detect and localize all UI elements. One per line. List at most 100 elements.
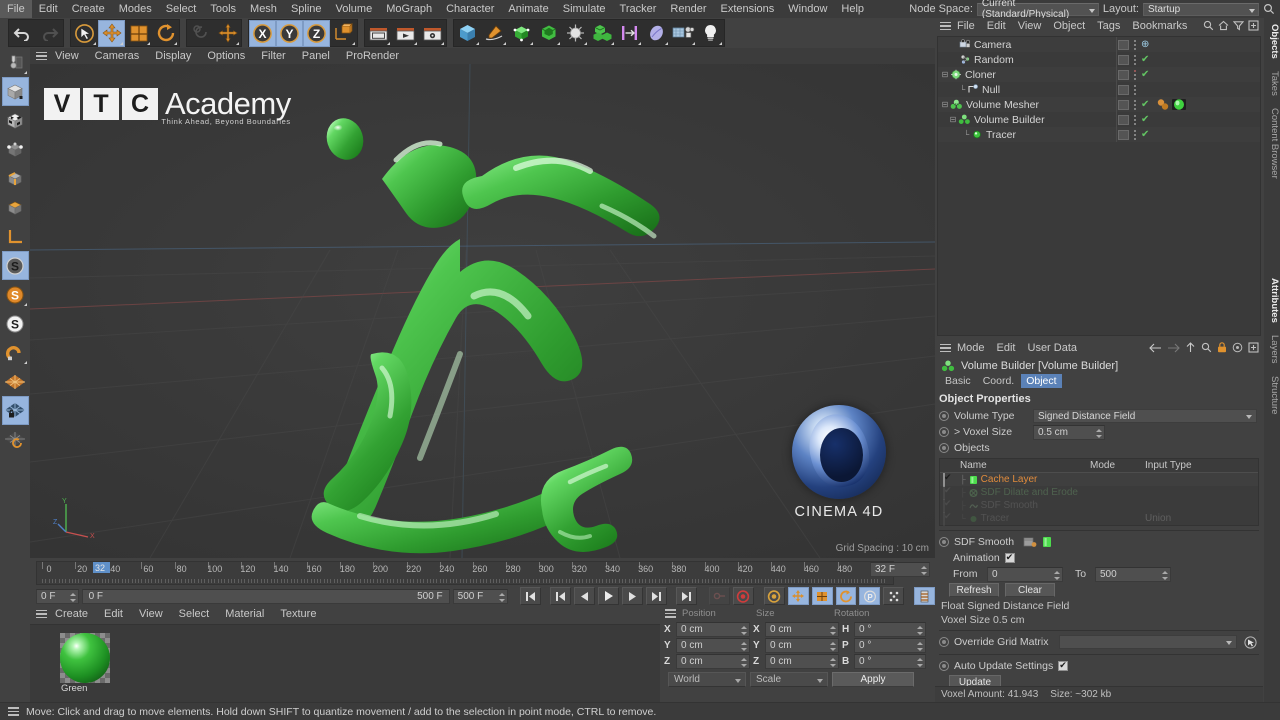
sdf-smooth-cache-icon[interactable]: [1023, 536, 1037, 548]
status-bar-menu-icon[interactable]: [8, 707, 19, 716]
object-visibility-toggle[interactable]: [1118, 85, 1129, 95]
attributes-menu-mode[interactable]: Mode: [951, 340, 991, 356]
object-menu-object[interactable]: Object: [1047, 18, 1091, 34]
spinner-icon[interactable]: [741, 626, 747, 635]
go-to-next-key-button[interactable]: [646, 587, 667, 605]
record-point-level-button[interactable]: [883, 587, 904, 605]
table-row[interactable]: ├ SDF Dilate and Erode: [940, 486, 1258, 499]
record-position-button[interactable]: [788, 587, 809, 605]
vtab-structure[interactable]: Structure: [1264, 370, 1280, 421]
lock-z-axis-button[interactable]: Z: [303, 20, 330, 47]
texture-mode-button[interactable]: [2, 106, 29, 135]
menu-item-spline[interactable]: Spline: [284, 0, 329, 18]
rotate-tool-button[interactable]: [152, 20, 179, 47]
animation-checkbox[interactable]: [1005, 553, 1015, 563]
snap-enable-button[interactable]: [2, 338, 29, 367]
layout-select[interactable]: Startup: [1143, 3, 1259, 16]
cache-layer-green-icon[interactable]: [1042, 536, 1052, 548]
attributes-menu-edit[interactable]: Edit: [991, 340, 1022, 356]
object-visibility-toggle[interactable]: [1118, 55, 1129, 65]
coord-b-rotation-field[interactable]: 0 °: [854, 654, 926, 669]
tree-twirl[interactable]: ⊟: [940, 70, 950, 79]
object-row-volume-mesher[interactable]: ⊟ Volume Mesher ✔: [938, 97, 1260, 112]
spinner-icon[interactable]: [499, 593, 505, 602]
menu-item-window[interactable]: Window: [781, 0, 834, 18]
world-axis-button[interactable]: [214, 20, 241, 47]
search-icon[interactable]: [1263, 3, 1278, 15]
forward-arrow-icon[interactable]: [1167, 343, 1180, 353]
vtab-layers[interactable]: Layers: [1264, 329, 1280, 370]
check-tag-icon[interactable]: ✔: [1141, 70, 1149, 79]
viewport-menu-filter[interactable]: Filter: [253, 48, 293, 64]
viewport-menu-view[interactable]: View: [47, 48, 87, 64]
timeline-playhead[interactable]: 32: [93, 562, 110, 573]
menu-item-animate[interactable]: Animate: [501, 0, 555, 18]
material-item[interactable]: Green: [60, 633, 110, 694]
target-icon[interactable]: [1232, 342, 1243, 353]
coordinate-system-select[interactable]: World: [668, 672, 746, 687]
voxel-size-field[interactable]: 0.5 cm: [1033, 425, 1105, 440]
autokey-record-button[interactable]: [709, 587, 730, 605]
coord-x-position-field[interactable]: 0 cm: [676, 622, 750, 637]
current-frame-field[interactable]: 0 F: [36, 589, 79, 604]
node-space-select[interactable]: Current (Standard/Physical): [977, 3, 1099, 16]
spinner-icon[interactable]: [70, 593, 76, 602]
parameter-bullet-icon[interactable]: [939, 443, 949, 453]
coord-y-size-field[interactable]: 0 cm: [765, 638, 839, 653]
bend-deformer-button[interactable]: [535, 20, 562, 47]
add-spline-button[interactable]: [481, 20, 508, 47]
menu-item-render[interactable]: Render: [663, 0, 713, 18]
go-to-start-button[interactable]: [520, 587, 541, 605]
menu-item-file[interactable]: File: [0, 0, 32, 18]
coord-p-rotation-field[interactable]: 0 °: [854, 638, 926, 653]
object-row-random[interactable]: Random ✔: [938, 52, 1260, 67]
parameter-bullet-icon[interactable]: [939, 427, 949, 437]
tag-group[interactable]: [1154, 98, 1206, 111]
clear-button[interactable]: Clear: [1005, 583, 1055, 597]
material-menu-create[interactable]: Create: [47, 606, 96, 622]
undo-button[interactable]: [9, 20, 36, 47]
spinner-icon[interactable]: [921, 566, 927, 575]
enable-axis-button[interactable]: S: [2, 251, 29, 280]
move-tool-button[interactable]: [98, 20, 125, 47]
spinner-icon[interactable]: [917, 658, 923, 667]
coord-h-rotation-field[interactable]: 0 °: [854, 622, 926, 637]
coordinate-mode-select[interactable]: Scale: [750, 672, 828, 687]
mograph-button[interactable]: [589, 20, 616, 47]
object-visibility-toggle[interactable]: [1118, 70, 1129, 80]
refresh-button[interactable]: Refresh: [949, 583, 999, 597]
material-menu-edit[interactable]: Edit: [96, 606, 131, 622]
tab-coord[interactable]: Coord.: [978, 374, 1020, 388]
crosshair-tag-icon[interactable]: ⊕: [1141, 40, 1149, 49]
add-icon[interactable]: [1248, 342, 1259, 353]
menu-item-select[interactable]: Select: [159, 0, 204, 18]
workplane-button[interactable]: [2, 367, 29, 396]
menu-item-edit[interactable]: Edit: [32, 0, 65, 18]
timeline-mode-button[interactable]: [914, 587, 935, 605]
environment-button[interactable]: [562, 20, 589, 47]
menu-item-simulate[interactable]: Simulate: [556, 0, 613, 18]
spinner-icon[interactable]: [741, 658, 747, 667]
add-layer-icon[interactable]: [1248, 20, 1259, 31]
coord-x-size-field[interactable]: 0 cm: [765, 622, 839, 637]
object-panel-menu-icon[interactable]: [940, 22, 951, 31]
menu-item-character[interactable]: Character: [439, 0, 501, 18]
check-tag-icon[interactable]: ✔: [1141, 130, 1149, 139]
play-button[interactable]: [598, 587, 619, 605]
up-arrow-icon[interactable]: [1185, 342, 1196, 353]
coord-z-size-field[interactable]: 0 cm: [765, 654, 839, 669]
object-menu-file[interactable]: File: [951, 18, 981, 34]
object-menu-view[interactable]: View: [1012, 18, 1048, 34]
coord-z-position-field[interactable]: 0 cm: [676, 654, 750, 669]
vtab-content-browser[interactable]: Content Browser: [1264, 102, 1280, 185]
parameter-bullet-icon[interactable]: [939, 411, 949, 421]
check-tag-icon[interactable]: ✔: [1141, 55, 1149, 64]
parameter-bullet-icon[interactable]: [939, 637, 949, 647]
vtab-attributes[interactable]: Attributes: [1264, 272, 1280, 329]
coordinate-system-button[interactable]: [330, 20, 357, 47]
table-row[interactable]: └ Tracer Union: [940, 512, 1258, 525]
render-view-button[interactable]: [365, 20, 392, 47]
edge-mode-button[interactable]: [2, 164, 29, 193]
spinner-icon[interactable]: [1096, 429, 1102, 438]
axis-mode-button[interactable]: [2, 222, 29, 251]
